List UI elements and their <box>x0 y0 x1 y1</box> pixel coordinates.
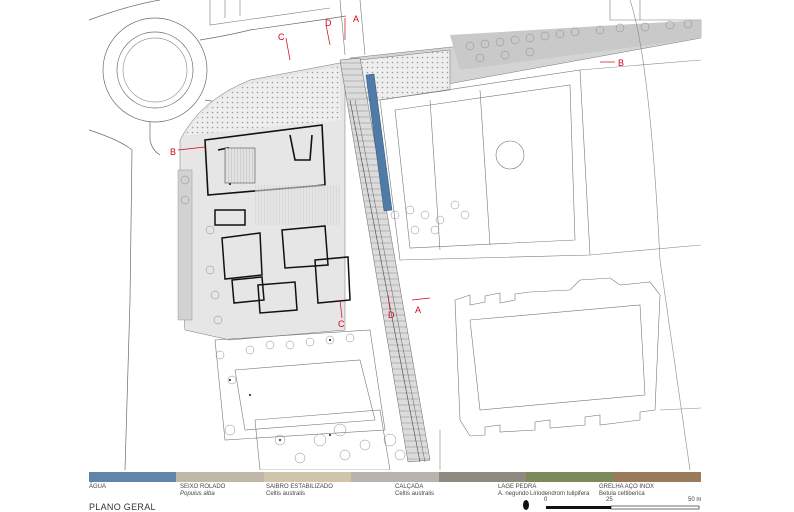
section-mark-d-bottom: D <box>388 310 395 320</box>
scale-bar-open <box>610 505 700 510</box>
section-mark-b-left: B <box>170 147 176 157</box>
section-mark-c-bottom: C <box>338 319 345 329</box>
swatch-lirio <box>526 472 614 482</box>
legend-swatch-strip <box>89 472 701 482</box>
auditorium <box>224 147 256 184</box>
swatch-lage <box>438 472 527 482</box>
swatch-agua <box>89 472 177 482</box>
scale-tick-0: 0 <box>544 497 548 503</box>
section-mark-c-top: C <box>278 32 285 42</box>
legend-label-seixo: SEIXO ROLADO Populus alba <box>180 484 226 497</box>
legend-label-agua: ÁGUA <box>89 484 107 490</box>
left-green-strip <box>177 169 193 321</box>
scale-bar-solid <box>546 506 611 509</box>
section-mark-b-right: B <box>618 58 624 68</box>
courtyard <box>255 185 340 225</box>
section-mark-a-top: A <box>353 14 359 24</box>
section-mark-d-top: D <box>325 18 332 28</box>
section-mark-a-bottom: A <box>415 305 421 315</box>
swatch-seixo <box>176 472 264 482</box>
north-arrow-icon <box>523 500 529 510</box>
swatch-grelha <box>613 472 701 482</box>
swatch-calcada <box>351 472 439 482</box>
scale-tick-50: 50 m <box>688 497 702 503</box>
swatch-saibro <box>263 472 352 482</box>
legend-label-calcada: CALÇADA Celtis australis <box>395 484 435 497</box>
scale-tick-25: 25 <box>606 497 613 503</box>
plan-title: PLANO GERAL <box>89 502 156 512</box>
legend-label-saibro: SAIBRO ESTABILIZADO Celtis australis <box>266 484 333 497</box>
site-plan: A D C B B C D A <box>88 0 702 470</box>
